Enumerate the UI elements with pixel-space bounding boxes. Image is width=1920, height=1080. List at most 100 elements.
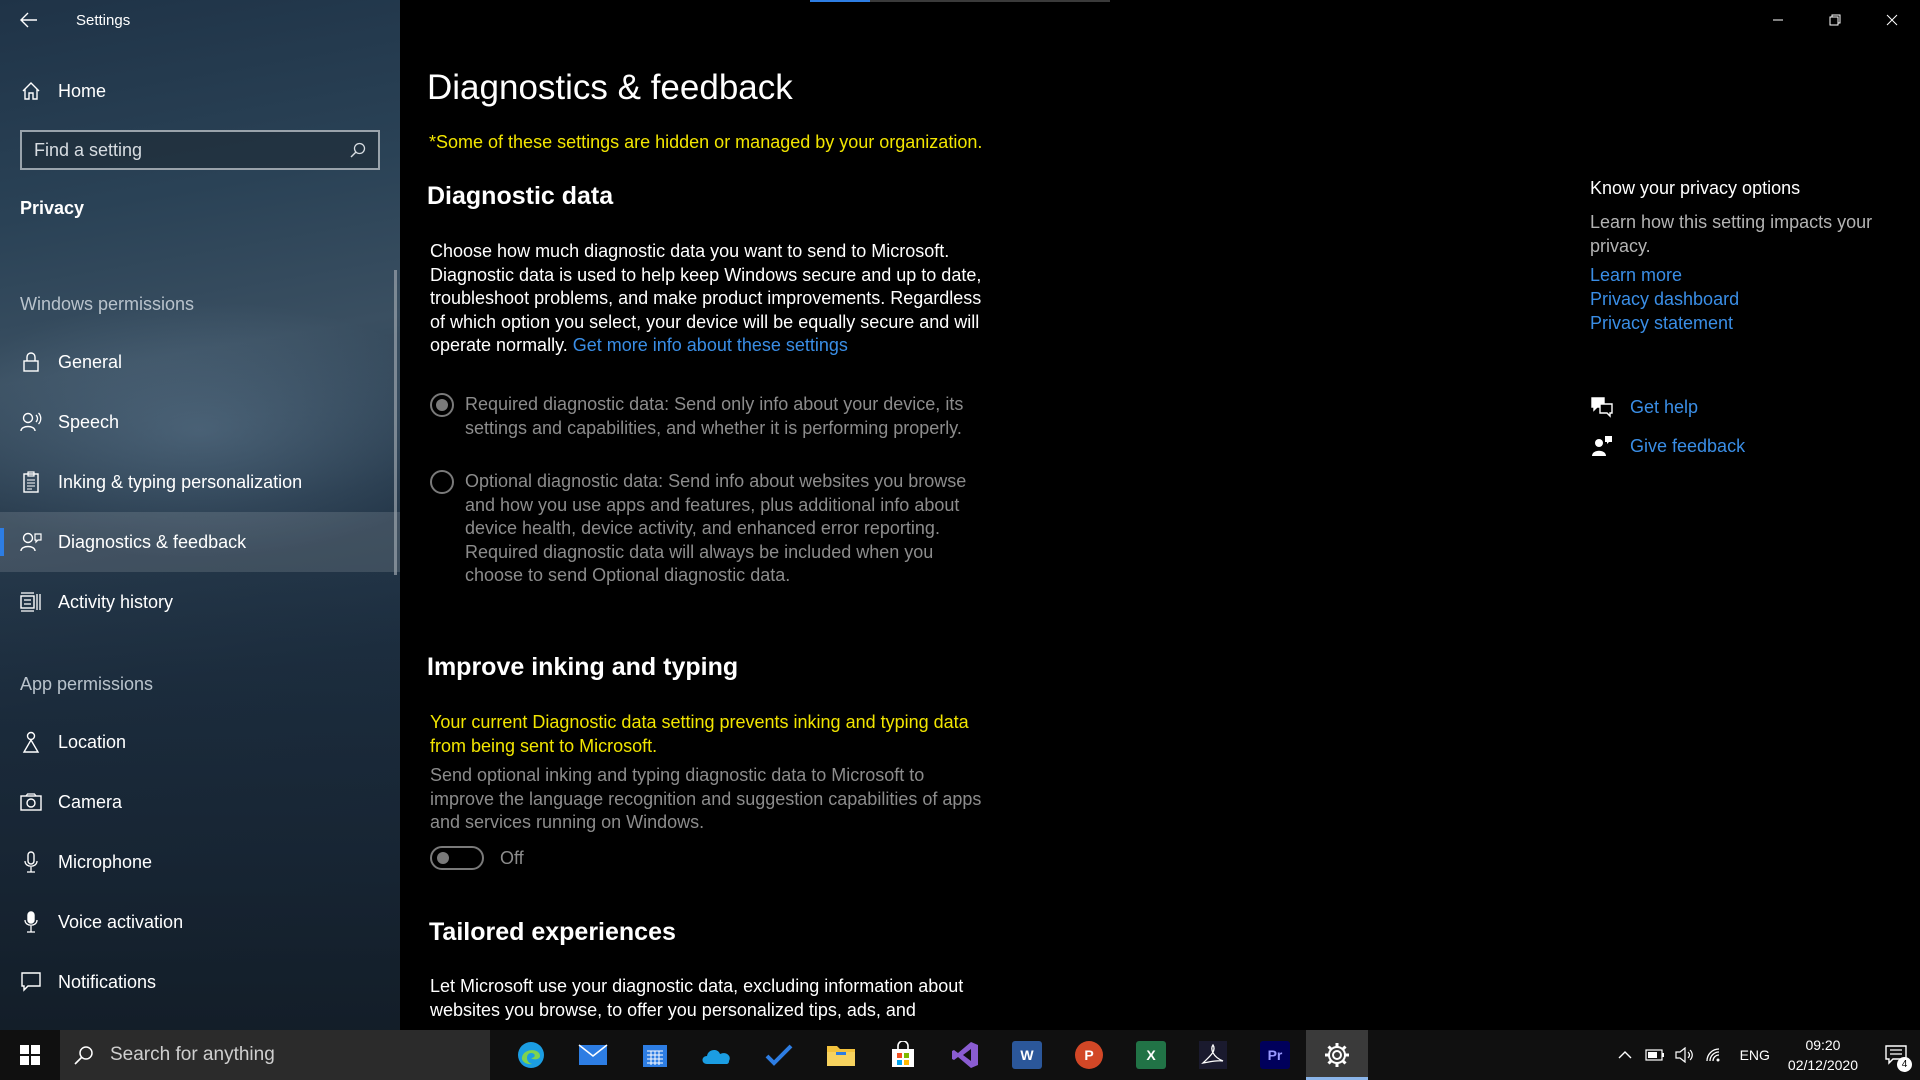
back-button[interactable] bbox=[0, 0, 58, 40]
sidebar-item-activity-history[interactable]: Activity history bbox=[0, 572, 400, 632]
edge-icon bbox=[518, 1042, 544, 1068]
inking-warning: Your current Diagnostic data setting pre… bbox=[430, 712, 969, 756]
taskbar-search-placeholder: Search for anything bbox=[110, 1044, 275, 1065]
taskbar-app-word[interactable]: W bbox=[996, 1030, 1058, 1080]
inking-heading: Improve inking and typing bbox=[427, 653, 739, 681]
get-help-row[interactable]: Get help bbox=[1590, 395, 1698, 419]
sidebar-item-camera[interactable]: Camera bbox=[0, 772, 400, 832]
sidebar-item-general[interactable]: General bbox=[0, 332, 400, 392]
radio-required-label: Required diagnostic data: Send only info… bbox=[465, 394, 964, 438]
sidebar-item-inking-typing[interactable]: Inking & typing personalization bbox=[0, 452, 400, 512]
start-button[interactable] bbox=[0, 1030, 60, 1080]
radio-optional-label: Optional diagnostic data: Send info abou… bbox=[465, 471, 967, 585]
diagnostics-icon bbox=[20, 531, 42, 553]
sidebar-item-speech[interactable]: Speech bbox=[0, 392, 400, 452]
group-label-app-permissions: App permissions bbox=[20, 674, 154, 694]
more-info-link[interactable]: Get more info about these settings bbox=[573, 335, 848, 355]
system-tray: ENG 09:20 02/12/2020 4 bbox=[1610, 1030, 1920, 1080]
toggle-state-label: Off bbox=[500, 847, 524, 868]
minimize-icon bbox=[1772, 19, 1783, 21]
radio-optional-diagnostic[interactable]: Optional diagnostic data: Send info abou… bbox=[430, 470, 990, 588]
inking-toggle[interactable] bbox=[430, 846, 484, 870]
group-label-windows-permissions: Windows permissions bbox=[20, 294, 195, 314]
restore-button[interactable] bbox=[1806, 0, 1863, 40]
sidebar-item-notifications[interactable]: Notifications bbox=[0, 952, 400, 1012]
taskbar-app-store[interactable] bbox=[872, 1030, 934, 1080]
voice-activation-icon bbox=[20, 911, 42, 933]
get-help-icon bbox=[1590, 395, 1614, 419]
sidebar-item-label: General bbox=[58, 351, 123, 372]
location-icon bbox=[20, 731, 42, 753]
radio-selected-indicator[interactable] bbox=[430, 393, 454, 417]
chevron-up-icon bbox=[1618, 1051, 1632, 1059]
title-bar: Settings bbox=[0, 0, 400, 40]
onedrive-icon bbox=[702, 1050, 730, 1064]
close-button[interactable] bbox=[1863, 0, 1920, 40]
main-content: Diagnostics & feedback *Some of these se… bbox=[400, 0, 1920, 1030]
privacy-dashboard-link[interactable]: Privacy dashboard bbox=[1590, 289, 1739, 310]
volume-icon bbox=[1674, 1047, 1693, 1063]
tailored-heading: Tailored experiences bbox=[429, 918, 676, 946]
taskbar-app-visual-studio[interactable] bbox=[934, 1030, 996, 1080]
page-progress-line bbox=[810, 0, 1110, 2]
inking-toggle-row[interactable]: Off bbox=[430, 846, 524, 870]
search-icon bbox=[74, 1046, 93, 1065]
learn-more-link[interactable]: Learn more bbox=[1590, 265, 1682, 286]
give-feedback-row[interactable]: Give feedback bbox=[1590, 434, 1745, 458]
taskbar-app-acrobat[interactable] bbox=[1182, 1030, 1244, 1080]
taskbar-search-input[interactable]: Search for anything bbox=[60, 1030, 490, 1080]
nav-home[interactable]: Home bbox=[0, 70, 400, 112]
sidebar-scrollbar[interactable] bbox=[394, 270, 397, 575]
sidebar: Settings Home Find a setting Privacy Win… bbox=[0, 0, 400, 1030]
action-center-button[interactable]: 4 bbox=[1872, 1030, 1920, 1080]
tray-overflow-button[interactable] bbox=[1610, 1030, 1640, 1080]
input-language-indicator[interactable]: ENG bbox=[1740, 1047, 1770, 1063]
privacy-statement-link[interactable]: Privacy statement bbox=[1590, 313, 1733, 334]
diagnostic-data-description: Choose how much diagnostic data you want… bbox=[430, 241, 982, 355]
app-title: Settings bbox=[76, 11, 131, 29]
calendar-icon bbox=[643, 1045, 667, 1067]
taskbar-app-onedrive[interactable] bbox=[686, 1030, 748, 1080]
taskbar-app-powerpoint[interactable]: P bbox=[1058, 1030, 1120, 1080]
volume-button[interactable] bbox=[1670, 1030, 1700, 1080]
taskbar-app-edge[interactable] bbox=[500, 1030, 562, 1080]
excel-icon: X bbox=[1136, 1041, 1166, 1069]
taskbar-app-settings[interactable] bbox=[1306, 1030, 1368, 1080]
clipboard-icon bbox=[20, 471, 42, 493]
privacy-options-description: Learn how this setting impacts your priv… bbox=[1590, 212, 1873, 256]
taskbar-app-premiere[interactable]: Pr bbox=[1244, 1030, 1306, 1080]
search-placeholder: Find a setting bbox=[34, 139, 143, 160]
sidebar-item-voice-activation[interactable]: Voice activation bbox=[0, 892, 400, 952]
sidebar-item-location[interactable]: Location bbox=[0, 712, 400, 772]
sidebar-item-label: Voice activation bbox=[58, 911, 184, 932]
search-input[interactable]: Find a setting bbox=[20, 130, 380, 170]
sidebar-item-microphone[interactable]: Microphone bbox=[0, 832, 400, 892]
wifi-icon bbox=[1705, 1048, 1720, 1062]
clock[interactable]: 09:20 02/12/2020 bbox=[1788, 1035, 1858, 1075]
taskbar-app-excel[interactable]: X bbox=[1120, 1030, 1182, 1080]
current-section-title: Privacy bbox=[20, 198, 85, 218]
premiere-icon: Pr bbox=[1260, 1041, 1290, 1069]
sidebar-item-diagnostics-feedback[interactable]: Diagnostics & feedback bbox=[0, 512, 400, 572]
windows-logo-icon bbox=[20, 1045, 40, 1065]
sidebar-item-label: Inking & typing personalization bbox=[58, 471, 303, 492]
speech-icon bbox=[20, 411, 42, 433]
radio-required-diagnostic[interactable]: Required diagnostic data: Send only info… bbox=[430, 393, 990, 440]
network-button[interactable] bbox=[1700, 1030, 1730, 1080]
sidebar-item-label: Microphone bbox=[58, 851, 153, 872]
give-feedback-link[interactable]: Give feedback bbox=[1630, 436, 1745, 457]
battery-button[interactable] bbox=[1640, 1030, 1670, 1080]
taskbar-app-mail[interactable] bbox=[562, 1030, 624, 1080]
privacy-options-title: Know your privacy options bbox=[1590, 178, 1801, 198]
taskbar-app-todo[interactable] bbox=[748, 1030, 810, 1080]
sidebar-item-label: Activity history bbox=[58, 591, 174, 612]
acrobat-icon bbox=[1199, 1041, 1227, 1069]
get-help-link[interactable]: Get help bbox=[1630, 397, 1698, 418]
window-controls bbox=[1749, 0, 1920, 40]
taskbar-app-file-explorer[interactable] bbox=[810, 1030, 872, 1080]
taskbar: Search for anything W P X Pr ENG 09:20 0… bbox=[0, 1030, 1920, 1080]
taskbar-app-calendar[interactable] bbox=[624, 1030, 686, 1080]
radio-unselected-indicator[interactable] bbox=[430, 470, 454, 494]
tailored-description: Let Microsoft use your diagnostic data, … bbox=[430, 976, 964, 1020]
minimize-button[interactable] bbox=[1749, 0, 1806, 40]
